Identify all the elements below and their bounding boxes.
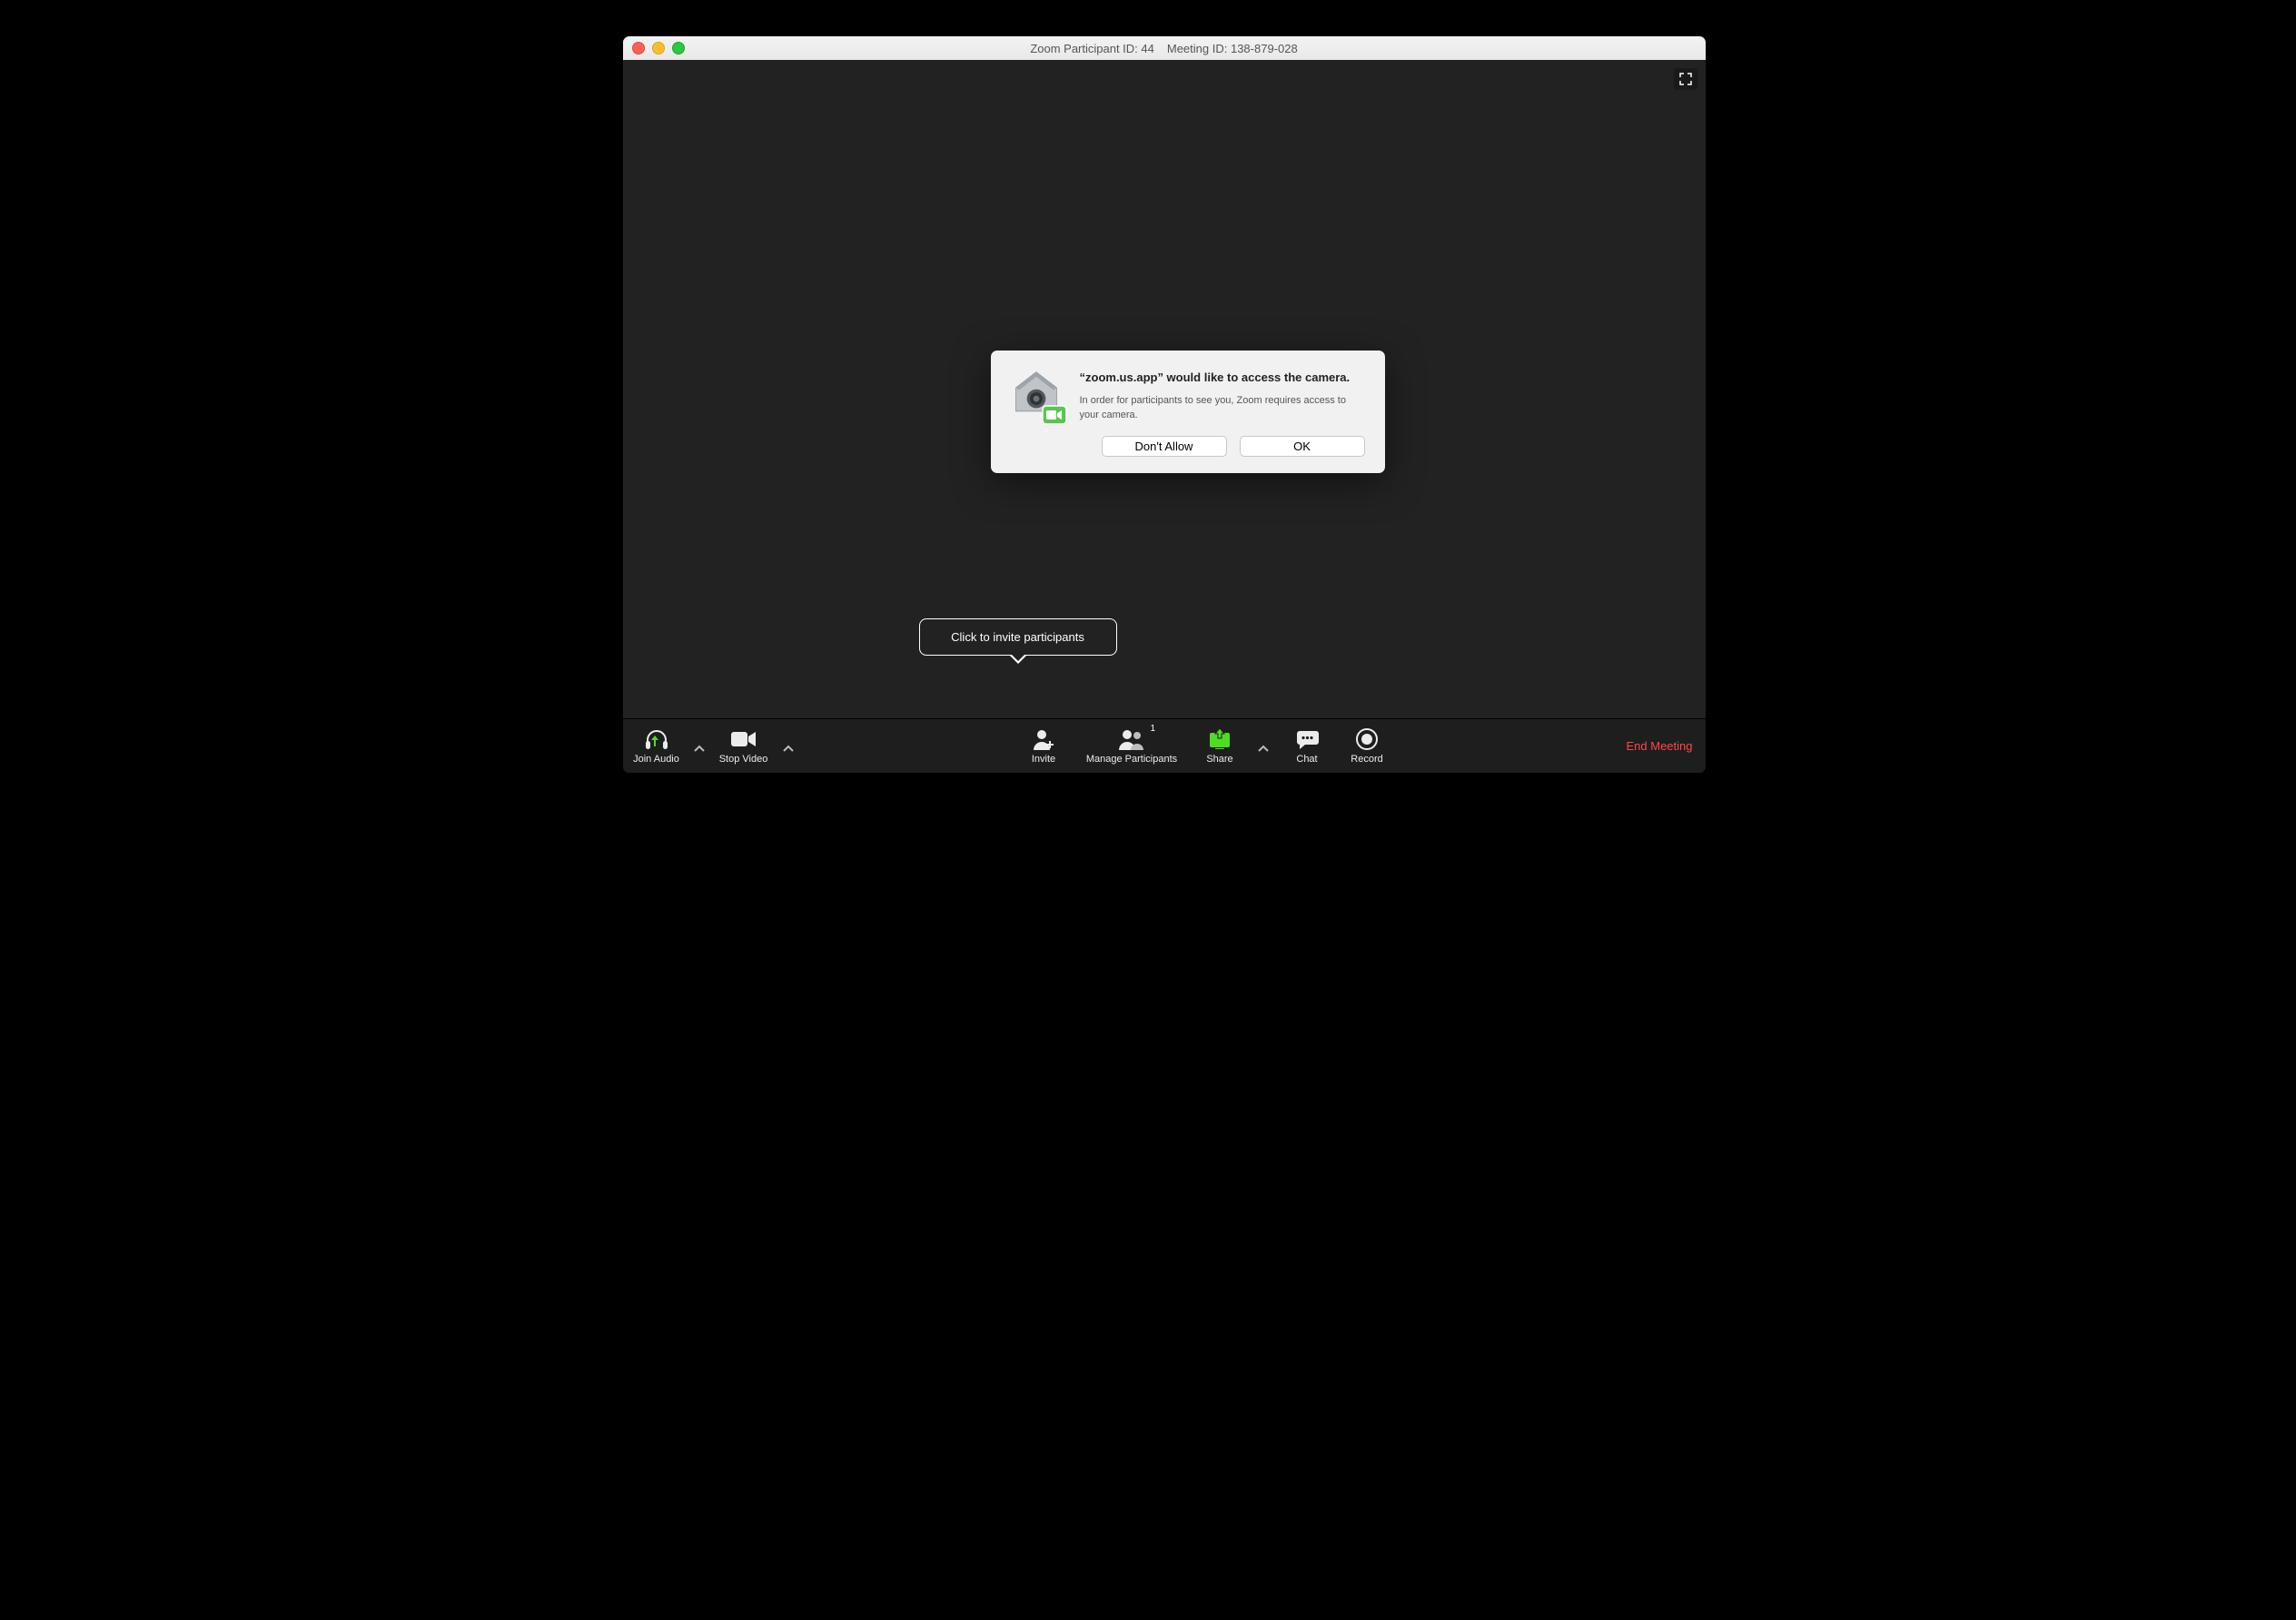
camera-badge-icon: [1042, 405, 1067, 425]
video-camera-icon: [730, 730, 757, 748]
participant-id-label: Zoom Participant ID: 44: [1030, 42, 1154, 55]
invite-person-icon: [1032, 728, 1055, 750]
join-audio-button[interactable]: Join Audio: [623, 727, 690, 765]
record-icon: [1356, 728, 1378, 750]
participants-icon: [1118, 728, 1145, 750]
record-button[interactable]: Record: [1341, 727, 1392, 765]
dialog-title: “zoom.us.app” would like to access the c…: [1080, 370, 1365, 385]
minimize-window-button[interactable]: [652, 42, 665, 54]
meeting-id-label: Meeting ID: 138-879-028: [1167, 42, 1298, 55]
share-label: Share: [1206, 754, 1232, 765]
camera-permission-dialog: “zoom.us.app” would like to access the c…: [991, 351, 1385, 473]
record-label: Record: [1351, 754, 1382, 765]
dialog-message: In order for participants to see you, Zo…: [1080, 394, 1365, 422]
chat-button[interactable]: Chat: [1282, 727, 1332, 765]
chat-label: Chat: [1296, 754, 1317, 765]
ok-button[interactable]: OK: [1240, 436, 1365, 457]
audio-up-arrow-icon: [651, 736, 658, 746]
invite-label: Invite: [1032, 754, 1055, 765]
manage-participants-button[interactable]: 1 Manage Participants: [1078, 727, 1185, 765]
video-options-caret[interactable]: [779, 741, 797, 752]
permission-icon: [1011, 370, 1065, 423]
audio-options-caret[interactable]: [690, 741, 708, 752]
chat-bubble-icon: [1294, 729, 1320, 749]
end-meeting-button[interactable]: End Meeting: [1627, 739, 1693, 753]
invite-button[interactable]: Invite: [1018, 727, 1069, 765]
stop-video-label: Stop Video: [719, 754, 768, 765]
participants-count: 1: [1150, 724, 1155, 734]
dont-allow-button[interactable]: Don't Allow: [1102, 436, 1227, 457]
window-titlebar: Zoom Participant ID: 44 Meeting ID: 138-…: [623, 36, 1706, 61]
share-button[interactable]: Share: [1194, 727, 1245, 765]
fullscreen-icon: [1679, 73, 1692, 85]
chevron-up-icon: [694, 745, 705, 752]
stop-video-button[interactable]: Stop Video: [708, 727, 779, 765]
invite-tooltip: Click to invite participants: [919, 618, 1117, 656]
maximize-window-button[interactable]: [672, 42, 685, 54]
manage-participants-label: Manage Participants: [1086, 754, 1177, 765]
close-window-button[interactable]: [632, 42, 645, 54]
window-traffic-lights: [632, 42, 685, 54]
invite-tooltip-label: Click to invite participants: [951, 630, 1084, 644]
meeting-toolbar: Join Audio Stop Video: [623, 718, 1706, 773]
chevron-up-icon: [1258, 745, 1269, 752]
fullscreen-button[interactable]: [1674, 68, 1697, 90]
share-screen-icon: [1208, 729, 1232, 749]
share-options-caret[interactable]: [1254, 741, 1272, 752]
join-audio-label: Join Audio: [633, 754, 679, 765]
meeting-video-area: “zoom.us.app” would like to access the c…: [623, 60, 1706, 719]
zoom-window: Zoom Participant ID: 44 Meeting ID: 138-…: [623, 36, 1706, 773]
chevron-up-icon: [783, 745, 794, 752]
